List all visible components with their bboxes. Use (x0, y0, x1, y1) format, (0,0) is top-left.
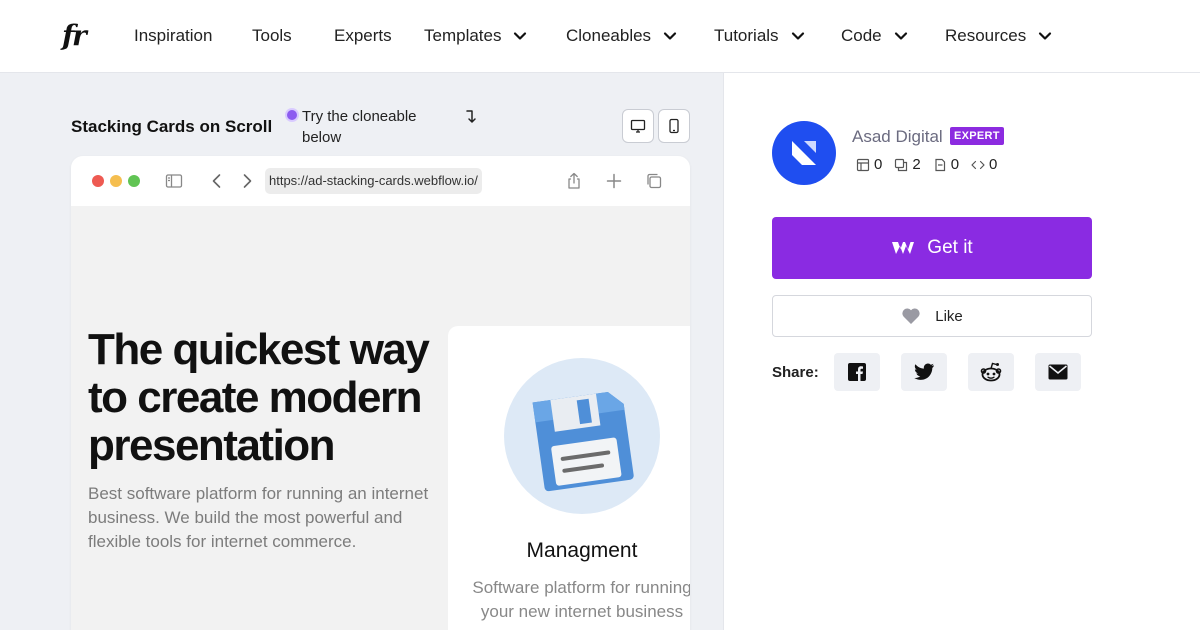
tabs-overview-icon[interactable] (644, 171, 664, 191)
pages-stat: 0 (933, 156, 959, 173)
nav-item-cloneables[interactable]: Cloneables (566, 26, 677, 46)
mobile-icon (669, 118, 679, 134)
top-navigation: fr Inspiration Tools Experts Templates C… (0, 0, 1200, 73)
author-stats: 0 2 0 0 (856, 156, 997, 173)
nav-item-label: Inspiration (134, 26, 213, 45)
get-it-button[interactable]: Get it (772, 217, 1092, 279)
clone-icon (895, 158, 908, 171)
sidebar-icon[interactable] (164, 171, 184, 191)
floppy-disk-icon (532, 391, 634, 492)
like-label: Like (935, 307, 963, 325)
nav-item-code[interactable]: Code (841, 26, 908, 46)
mail-icon (1048, 364, 1068, 380)
minimize-window-dot (110, 175, 122, 187)
nav-item-label: Templates (424, 26, 502, 45)
nav-item-tools[interactable]: Tools (252, 26, 292, 46)
site-logo[interactable]: fr (62, 19, 87, 52)
nav-item-label: Cloneables (566, 26, 652, 45)
webflow-icon (892, 242, 915, 254)
facebook-icon (848, 363, 866, 381)
nav-item-label: Experts (334, 26, 392, 45)
maximize-window-dot (128, 175, 140, 187)
share-twitter-button[interactable] (901, 353, 947, 391)
heart-icon (902, 308, 920, 324)
cloneables-stat: 2 (894, 156, 921, 173)
templates-count: 0 (874, 156, 883, 173)
share-email-button[interactable] (1035, 353, 1081, 391)
preview-pane: Stacking Cards on Scroll Try the cloneab… (0, 73, 724, 630)
chevron-down-icon (791, 32, 804, 40)
code-count: 0 (989, 156, 998, 173)
nav-item-inspiration[interactable]: Inspiration (134, 26, 212, 46)
share-facebook-button[interactable] (834, 353, 880, 391)
card-image-circle (504, 358, 660, 514)
nav-item-label: Resources (945, 26, 1027, 45)
author-avatar[interactable] (772, 121, 836, 185)
cloneable-title: Stacking Cards on Scroll (71, 117, 273, 136)
cloneables-count: 2 (912, 156, 921, 173)
nav-item-templates[interactable]: Templates (424, 26, 527, 46)
nav-item-label: Tools (252, 26, 292, 45)
code-icon (971, 160, 985, 169)
nav-item-experts[interactable]: Experts (334, 26, 392, 46)
nav-item-tutorials[interactable]: Tutorials (714, 26, 805, 46)
share-icon[interactable] (564, 171, 584, 191)
address-bar[interactable]: https://ad-stacking-cards.webflow.io/ (265, 168, 482, 194)
template-icon (856, 158, 870, 171)
live-indicator-dot (287, 110, 297, 120)
like-button[interactable]: Like (772, 295, 1092, 337)
author-name[interactable]: Asad Digital (852, 127, 943, 147)
stacking-card: Managment Software platform for running … (448, 326, 690, 630)
code-stat: 0 (971, 156, 997, 173)
pages-count: 0 (950, 156, 960, 173)
hero-heading: The quickest way to create modern presen… (88, 325, 430, 470)
chevron-down-icon (894, 32, 907, 40)
forward-icon[interactable] (237, 171, 257, 191)
chevron-down-icon (514, 32, 527, 40)
share-reddit-button[interactable] (968, 353, 1014, 391)
templates-stat: 0 (856, 156, 882, 173)
card-title: Managment (526, 539, 638, 562)
reddit-icon (980, 362, 1002, 382)
share-label: Share: (772, 364, 819, 381)
try-cloneable-hint: Try the cloneable below (302, 108, 417, 146)
new-tab-icon[interactable] (604, 171, 624, 191)
expert-badge: EXPERT (950, 127, 1004, 145)
mobile-view-button[interactable] (658, 109, 690, 143)
hero-paragraph: Best software platform for running an in… (88, 484, 429, 551)
desktop-view-button[interactable] (622, 109, 654, 143)
nav-item-resources[interactable]: Resources (945, 26, 1052, 46)
browser-mockup: https://ad-stacking-cards.webflow.io/ Th… (71, 156, 690, 630)
chevron-down-icon (1039, 32, 1052, 40)
nav-item-label: Tutorials (714, 26, 779, 45)
chevron-down-icon (663, 32, 677, 40)
browser-toolbar: https://ad-stacking-cards.webflow.io/ (71, 156, 690, 206)
card-text: Software platform for running your new i… (472, 578, 690, 621)
desktop-icon (630, 119, 646, 133)
get-it-label: Get it (927, 237, 973, 258)
arrow-down-right-icon (466, 110, 476, 123)
twitter-icon (914, 363, 934, 380)
back-icon[interactable] (207, 171, 227, 191)
nav-item-label: Code (841, 26, 882, 45)
document-icon (935, 158, 945, 171)
author-logo-icon (792, 141, 816, 165)
close-window-dot (92, 175, 104, 187)
